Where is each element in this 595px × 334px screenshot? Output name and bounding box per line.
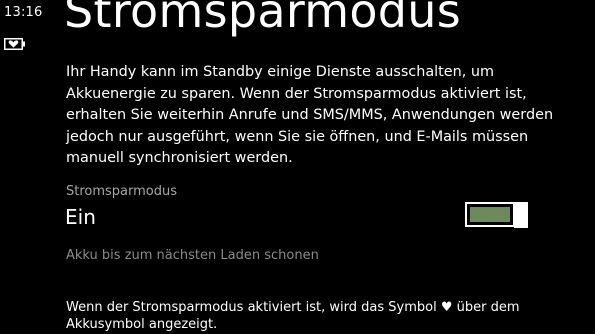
save-until-charge-option[interactable]: Akku bis zum nächsten Laden schonen bbox=[66, 248, 319, 263]
toggle-thumb[interactable] bbox=[514, 202, 528, 228]
toggle-track bbox=[465, 202, 515, 227]
battery-saver-toggle[interactable] bbox=[465, 202, 529, 228]
footer-text-before: Wenn der Stromsparmodus aktiviert ist, w… bbox=[66, 300, 437, 315]
status-time: 13:16 bbox=[4, 5, 43, 20]
toggle-state-label: Ein bbox=[65, 205, 96, 229]
page-title: Stromsparmodus bbox=[64, 0, 462, 38]
battery-saver-heart-icon bbox=[4, 38, 25, 50]
footer-note: Wenn der Stromsparmodus aktiviert ist, w… bbox=[66, 300, 566, 333]
heart-icon: ♥ bbox=[440, 300, 453, 315]
toggle-fill bbox=[470, 207, 510, 222]
toggle-header: Stromsparmodus bbox=[66, 184, 178, 199]
description-text: Ihr Handy kann im Standby einige Dienste… bbox=[66, 64, 554, 166]
